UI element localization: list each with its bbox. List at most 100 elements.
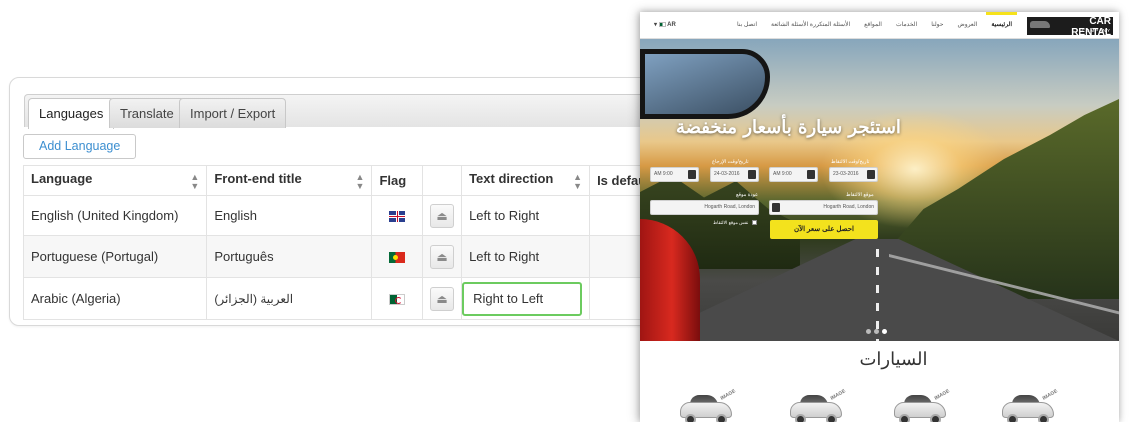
return-location-value: Hogarth Road, London [704,204,755,210]
table-row: Portuguese (Portugal) Português ⏏ Left t… [22,235,708,278]
text-direction-select[interactable]: Right to Left [462,281,583,316]
get-quote-button[interactable]: احصل على سعر الآن [770,220,878,239]
logo-subtitle: COMPANY [1081,28,1111,33]
wheel [685,414,696,422]
site-nav-menu: الرئيسية العروض حولنا الخدمات المواقع ال… [730,12,1019,39]
pickup-location-input[interactable]: Hogarth Road, London [769,200,878,215]
image-badge: IMAGE [719,388,737,402]
column-header-flag: Flag [371,165,424,196]
column-header-label: Language [31,170,93,186]
front-end-title-cell[interactable]: العربية (الجزائر) [206,277,373,320]
car-thumbnail[interactable]: IMAGE [788,388,846,422]
pickup-date-label: تاريخ/وقت الالتقاط [831,159,870,165]
tab-translate[interactable]: Translate [109,98,185,128]
return-date-input[interactable]: 24-03-2016 [710,167,759,182]
tab-languages[interactable]: Languages [28,98,115,129]
pickup-location-value: Hogarth Road, London [823,204,874,210]
language-cell: English (United Kingdom) [22,195,208,236]
upload-cell: ⏏ [422,195,463,236]
logo-title: CAR RENTAL [1071,16,1111,38]
nav-item-faq[interactable]: الأسئلة المتكررة الأسئلة الشائعة [764,12,857,39]
clock-icon [688,170,696,179]
slider-dots [866,329,887,334]
nav-item-locations[interactable]: المواقع [857,12,889,39]
return-date-label: تاريخ/وقت الإرجاع [712,159,749,165]
pickup-date-input[interactable]: 23-03-2016 [829,167,878,182]
nav-item-about[interactable]: حولنا [924,12,950,39]
column-header-front-end-title[interactable]: Front-end title ▲ ▼ [206,165,373,196]
language-cell: Arabic (Algeria) [22,277,208,320]
nav-item-home[interactable]: الرئيسية [984,12,1019,39]
portugal-flag-icon [389,252,406,264]
car-thumbnail[interactable]: IMAGE [892,388,950,422]
hero-title: استئجر سيارة بأسعار منخفضة [676,117,901,138]
calendar-icon [748,170,756,179]
table-row: Arabic (Algeria) العربية (الجزائر) ⏏ Rig… [22,277,708,320]
wheel [716,414,727,422]
car-mirror [640,49,770,119]
image-badge: IMAGE [829,388,847,402]
language-selector[interactable]: ▾ AR [654,12,676,39]
upload-flag-button[interactable]: ⏏ [430,244,455,269]
car-thumbnail[interactable]: IMAGE [678,388,736,422]
slider-dot[interactable] [866,329,871,334]
table-row: English (United Kingdom) English ⏏ Left … [22,195,708,236]
add-language-button[interactable]: Add Language [23,134,137,159]
text-direction-cell: Right to Left [461,277,591,320]
wheel [930,414,941,422]
site-logo[interactable]: CAR RENTAL COMPANY [1027,16,1113,38]
chevron-down-icon: ▾ [654,22,658,28]
return-location-label: عودة موقع [736,192,759,198]
flag-cell [371,195,424,236]
pickup-date-value: 23-03-2016 [833,171,859,177]
flag-cell [371,277,424,320]
car-thumbnail[interactable]: IMAGE [1000,388,1058,422]
algeria-flag-icon [658,21,666,27]
uk-flag-icon [389,211,406,223]
location-pin-icon [772,203,780,212]
pickup-time-input[interactable]: AM 9:00 [769,167,818,182]
wheel [826,414,837,422]
upload-icon: ⏏ [436,208,448,223]
text-direction-cell[interactable]: Left to Right [461,195,591,236]
flag-cell [371,235,424,278]
upload-flag-button[interactable]: ⏏ [430,286,455,311]
return-time-input[interactable]: AM 9:00 [650,167,699,182]
return-location-input[interactable]: Hogarth Road, London [650,200,759,215]
nav-item-contact[interactable]: اتصل بنا [730,12,764,39]
language-admin-panel: Languages Translate Import / Export Add … [9,77,709,326]
front-end-title-cell[interactable]: English [206,195,373,236]
language-cell: Portuguese (Portugal) [22,235,208,278]
slider-dot-active[interactable] [882,329,887,334]
column-header-label: Front-end title [214,170,302,186]
upload-flag-button[interactable]: ⏏ [430,203,455,228]
sort-icon[interactable]: ▲ ▼ [573,172,582,191]
algeria-flag-icon [389,294,406,306]
same-location-checkbox[interactable] [752,220,757,225]
image-badge: IMAGE [1041,388,1059,402]
text-direction-cell[interactable]: Left to Right [461,235,591,278]
slider-dot[interactable] [874,329,879,334]
wheel [899,414,910,422]
wheel [1038,414,1049,422]
tab-bar: Languages Translate Import / Export [24,94,694,129]
same-location-label: نفس موقع الالتقاط [713,220,749,225]
sort-icon[interactable]: ▲ ▼ [190,172,199,191]
column-header-label: Text direction [469,170,554,186]
site-navbar: CAR RENTAL COMPANY الرئيسية العروض حولنا… [640,12,1119,39]
image-badge: IMAGE [933,388,951,402]
column-header-text-direction[interactable]: Text direction ▲ ▼ [461,165,591,196]
upload-icon: ⏏ [436,249,448,264]
nav-item-services[interactable]: الخدمات [889,12,924,39]
lane-markings [876,249,879,341]
return-date-value: 24-03-2016 [714,171,740,177]
sort-icon[interactable]: ▲ ▼ [356,172,365,191]
tab-import-export[interactable]: Import / Export [179,98,287,128]
languages-table: Language ▲ ▼ Front-end title ▲ ▼ Flag Text d… [22,165,708,320]
column-header-upload [422,165,463,196]
pickup-time-value: AM 9:00 [773,171,792,177]
nav-item-offers[interactable]: العروض [950,12,984,39]
clock-icon [807,170,815,179]
front-end-title-cell[interactable]: Português [206,235,373,278]
column-header-language[interactable]: Language ▲ ▼ [22,165,208,196]
